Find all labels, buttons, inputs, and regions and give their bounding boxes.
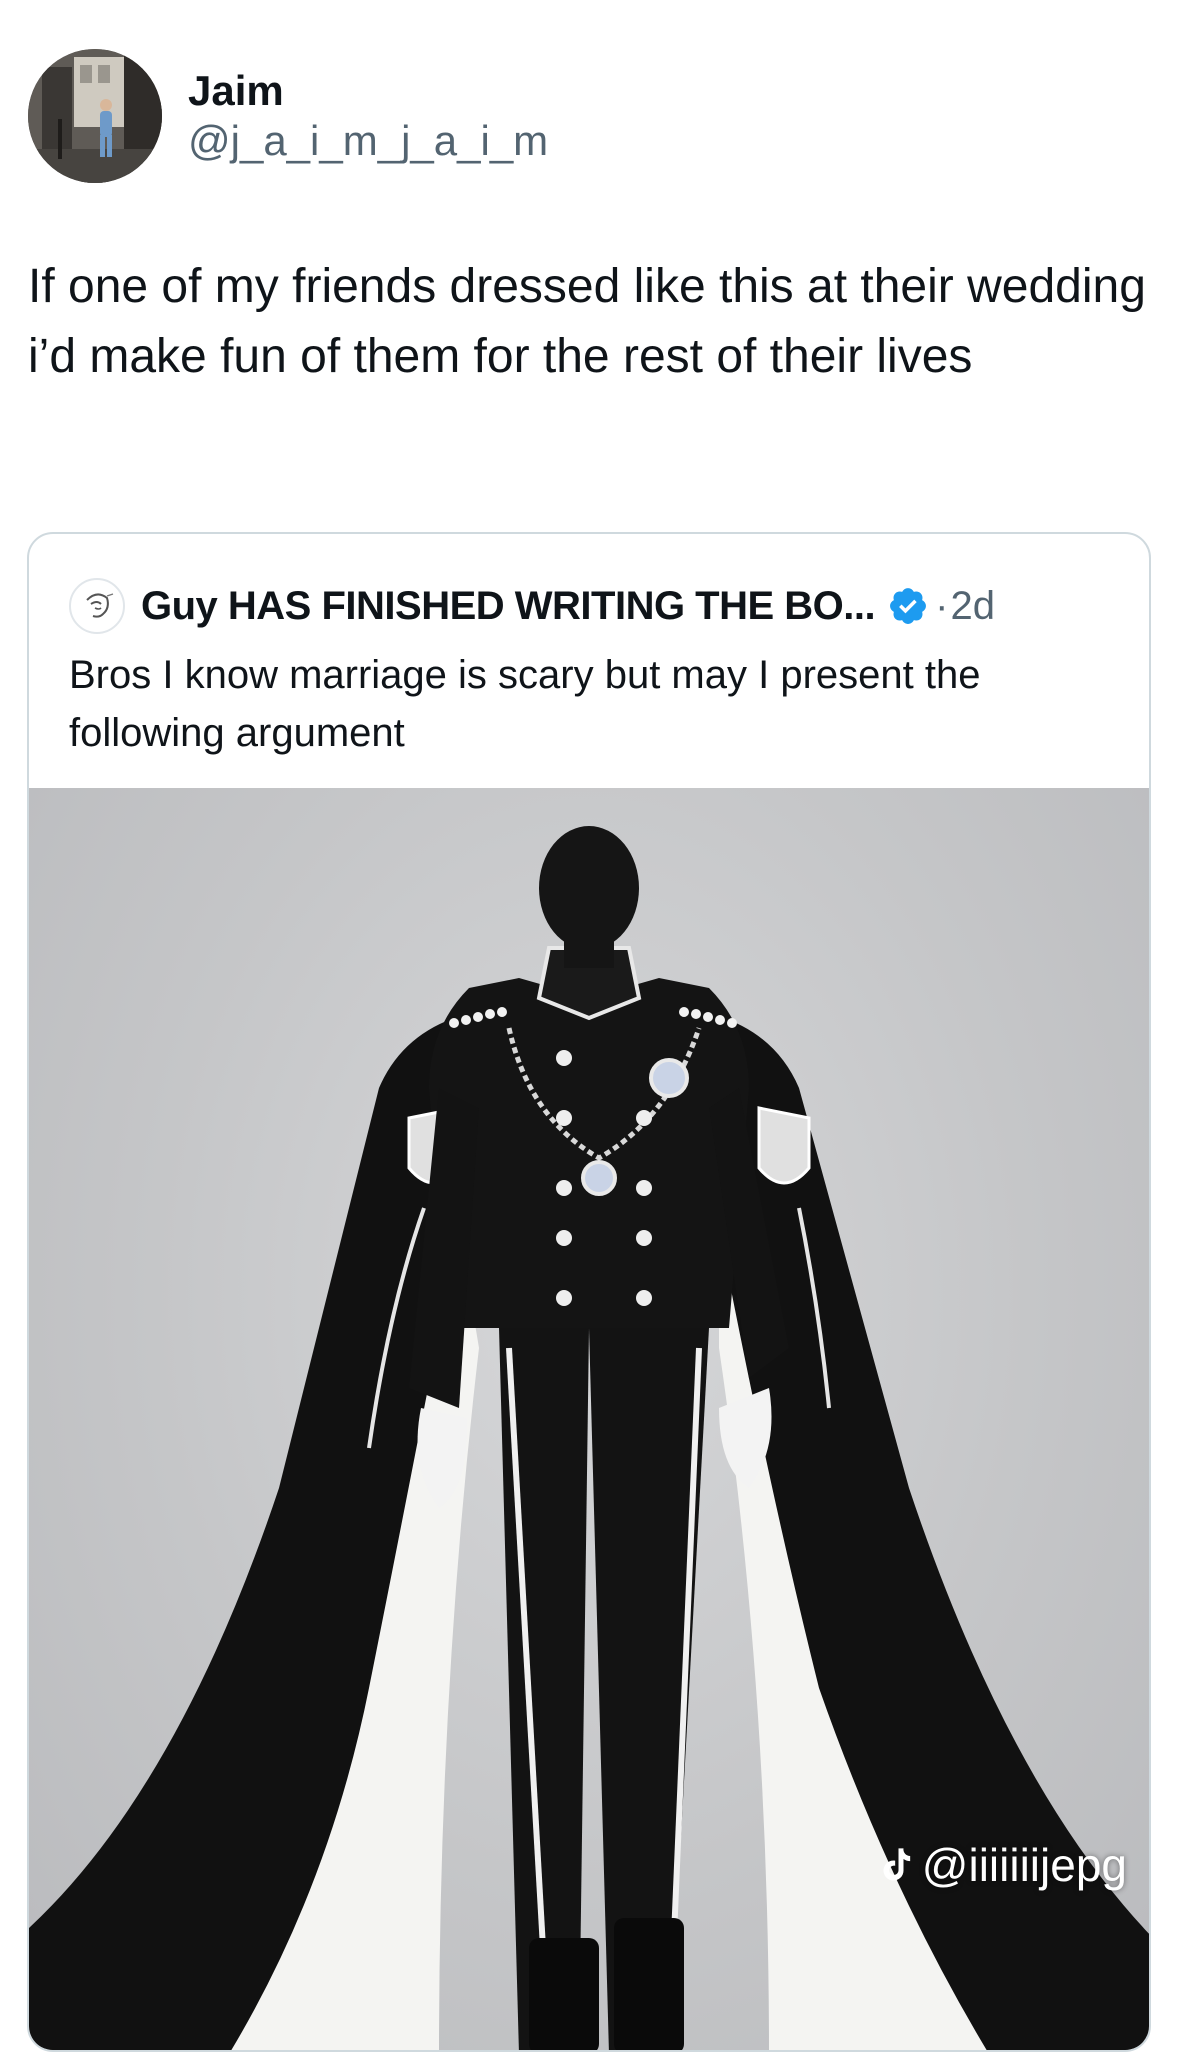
quoted-tweet-header: Guy HAS FINISHED WRITING THE BO... · 2d bbox=[69, 578, 995, 634]
author-avatar[interactable] bbox=[28, 49, 162, 183]
tiktok-icon bbox=[883, 1848, 910, 1881]
media-watermark: @iiiiiiijepg bbox=[876, 1838, 1127, 1892]
quoted-tweet-text: Bros I know marriage is scary but may I … bbox=[69, 653, 981, 755]
verified-badge-icon bbox=[890, 588, 927, 624]
profile-photo-icon bbox=[28, 49, 162, 183]
tweet-header: Jaim @j_a_i_m_j_a_i_m bbox=[28, 48, 548, 184]
sketch-face-icon bbox=[86, 593, 114, 618]
quoted-tweet-card[interactable]: Guy HAS FINISHED WRITING THE BO... · 2d … bbox=[27, 532, 1151, 2052]
tweet-text: If one of my friends dressed like this a… bbox=[28, 260, 1146, 383]
quoted-author-name[interactable]: Guy HAS FINISHED WRITING THE BO... bbox=[141, 584, 876, 629]
quoted-timestamp[interactable]: 2d bbox=[950, 584, 995, 629]
quoted-tweet-media[interactable]: @iiiiiiijepg bbox=[29, 788, 1149, 2050]
quoted-author-avatar[interactable] bbox=[69, 578, 125, 634]
watermark-text: @iiiiiiijepg bbox=[921, 1839, 1127, 1891]
author-display-name[interactable]: Jaim bbox=[188, 66, 548, 116]
quoted-separator: · bbox=[935, 583, 949, 628]
author-names: Jaim @j_a_i_m_j_a_i_m bbox=[188, 66, 548, 166]
author-handle[interactable]: @j_a_i_m_j_a_i_m bbox=[188, 116, 548, 166]
